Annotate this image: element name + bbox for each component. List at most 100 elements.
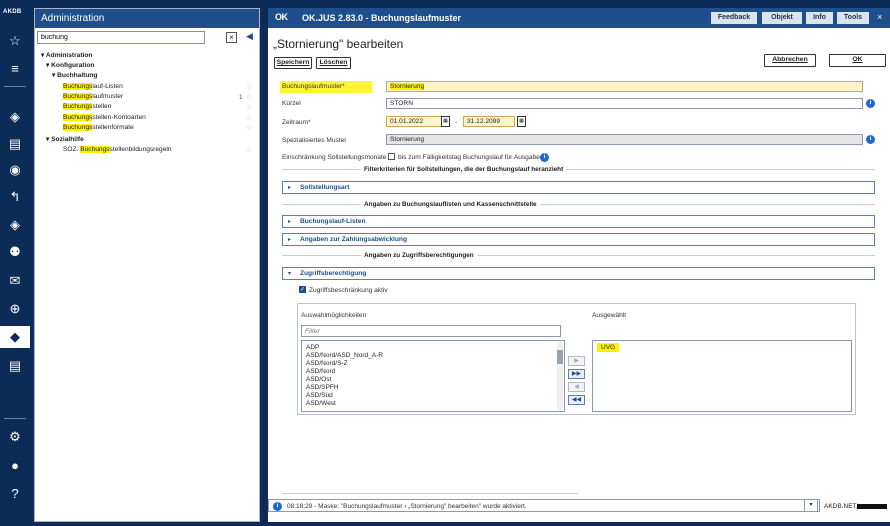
tree-item-count: 1 [239, 94, 243, 101]
status-dropdown-icon[interactable]: ▾ [804, 499, 818, 512]
calendar-icon[interactable]: ▦ [441, 116, 450, 127]
info-button[interactable]: Info [806, 12, 833, 24]
close-icon[interactable]: × [877, 12, 882, 22]
einschraenkung-option-label: bis zum Fälligkeitstag Buchungslauf für … [398, 154, 544, 161]
calendar-icon[interactable]: ▦ [517, 116, 526, 127]
section-buchungslauf-listen[interactable]: ▸ Buchungslauf-Listen [282, 215, 875, 228]
filter-input[interactable] [301, 325, 561, 337]
server-label: AKDB.NET/ [824, 503, 859, 510]
expand-arrow-icon: ▸ [288, 185, 292, 191]
settings-gears-icon[interactable]: ⚙ [0, 426, 30, 448]
info-icon[interactable]: i [866, 135, 875, 144]
angaben-listen-title: Angaben zu Buchungslauflisten und Kassen… [361, 201, 540, 208]
redacted-block [857, 504, 887, 509]
list-item[interactable]: ASD/Süd [306, 392, 333, 399]
move-all-left-icon[interactable]: ◀◀ [568, 395, 585, 405]
tree-item-buchungslaufmuster[interactable]: Buchungslaufmuster [63, 93, 123, 102]
info-icon[interactable]: i [866, 99, 875, 108]
available-list[interactable]: ADP ASD/Nord/ASD_Nord_A-R ASD/Nord/S-Z A… [301, 340, 565, 412]
clear-search-icon[interactable]: × [226, 32, 237, 43]
delete-button[interactable]: Löschen [316, 57, 351, 69]
user-icon[interactable]: ● [0, 454, 30, 476]
cancel-button[interactable]: Abbrechen [764, 54, 816, 67]
tools-button[interactable]: Tools [837, 12, 869, 24]
help-icon[interactable]: ? [0, 482, 30, 504]
date-to-input[interactable]: 31.12.2099 [463, 116, 515, 127]
available-title: Auswahlmöglichkeiten [301, 312, 367, 319]
list-item[interactable]: ADP [306, 344, 319, 351]
tree-node-sozialhilfe[interactable]: ▾ Sozialhilfe [46, 135, 84, 144]
spez-label: Spezialisiertes Muster [282, 137, 347, 144]
tree-item-buchungslauf-listen[interactable]: Buchungslauf-Listen [63, 83, 123, 92]
list-item[interactable]: ASD/SPFH [306, 384, 339, 391]
app-logo: OK [275, 12, 288, 22]
collapse-panel-icon[interactable]: ◀ [246, 31, 253, 42]
kuerzel-input[interactable]: STORN [386, 98, 863, 109]
section-zahlungsabwicklung[interactable]: ▸ Angaben zur Zahlungsabwicklung [282, 233, 875, 246]
zugriff-section-title: Angaben zu Zugriffsberechtigungen [361, 252, 477, 259]
tree-item-buchungsstellen[interactable]: Buchungsstellen [63, 103, 111, 112]
list-item[interactable]: ASD/Ost [306, 376, 331, 383]
scrollbar-thumb[interactable] [557, 350, 563, 364]
favorite-star-icon[interactable]: ☆ [246, 124, 252, 132]
move-all-right-icon[interactable]: ▶▶ [568, 369, 585, 379]
favorite-star-icon[interactable]: ☆ [246, 83, 252, 91]
list-item[interactable]: ASD/Nord [306, 368, 335, 375]
user-gear-icon[interactable]: ◈ [0, 106, 30, 128]
menu-icon[interactable]: ≡ [0, 57, 30, 79]
list-item[interactable]: ASD/Nord/ASD_Nord_A-R [306, 352, 383, 359]
ok-button[interactable]: OK [829, 54, 886, 67]
flow-icon[interactable]: ↰ [0, 186, 30, 208]
objekt-button[interactable]: Objekt [762, 12, 802, 24]
target-icon[interactable]: ⊕ [0, 298, 30, 320]
family-gear-icon[interactable]: ◈ [0, 214, 30, 236]
document-settings-icon[interactable]: ▤ [0, 133, 30, 155]
icon-rail: AKDB ☆ ≡ ◈ ▤ ◉ ↰ ◈ ⚉ ✉ ⊕ ◆ ▤ ⚙ ● ? [0, 0, 30, 526]
favorite-star-icon[interactable]: ☆ [246, 114, 252, 122]
star-icon[interactable]: ☆ [0, 30, 30, 52]
tree-node-administration[interactable]: ▾ Administration [41, 51, 92, 60]
list-item[interactable]: UVG [597, 343, 620, 352]
muster-input[interactable]: Stornierung [386, 81, 863, 92]
save-button[interactable]: Speichern [274, 57, 312, 69]
favorite-star-icon[interactable]: ☆ [246, 93, 252, 101]
einschraenkung-checkbox[interactable] [388, 153, 395, 160]
dual-list-selector: Auswahlmöglichkeiten Ausgewählt ADP ASD/… [297, 303, 856, 415]
muster-label: Buchungslaufmuster* [282, 83, 345, 90]
window-title: OK.JUS 2.83.0 - Buchungslaufmuster [302, 13, 462, 23]
move-left-icon[interactable]: ◀ [568, 382, 585, 392]
favorite-star-icon[interactable]: ☆ [246, 103, 252, 111]
zeitraum-label: Zeitraum* [282, 119, 311, 126]
admin-search-input[interactable] [37, 31, 205, 44]
move-right-icon[interactable]: ▶ [568, 356, 585, 366]
date-from-input[interactable]: 01.01.2022 [386, 116, 447, 127]
window-titlebar: OK OK.JUS 2.83.0 - Buchungslaufmuster Fe… [268, 8, 890, 28]
document-gear-icon[interactable]: ▤ [0, 355, 30, 377]
expand-arrow-icon: ▸ [288, 237, 292, 243]
rail-divider [4, 86, 26, 87]
admin-panel: Administration × ◀ ▾ Administration ▾ Ko… [34, 8, 260, 522]
list-scrollbar[interactable] [557, 342, 563, 410]
filter-section-title: Filterkriterien für Sollstellungen, die … [361, 166, 567, 173]
zugriffsbeschraenkung-checkbox[interactable]: ✓ [299, 286, 306, 293]
selected-list[interactable]: UVG [592, 340, 852, 412]
feedback-button[interactable]: Feedback [711, 12, 757, 24]
tree-node-buchhaltung[interactable]: ▾ Buchhaltung [52, 71, 97, 80]
expand-arrow-icon: ▸ [288, 219, 292, 225]
mail-icon[interactable]: ✉ [0, 270, 30, 292]
people-search-icon[interactable]: ◉ [0, 159, 30, 181]
tree-item-buchungsstellen-kontoarten[interactable]: Buchungsstellen-Kontoarten [63, 114, 146, 123]
tree-item-buchungsstellenformate[interactable]: Buchungsstellenformate [63, 124, 134, 133]
tree-node-konfiguration[interactable]: ▾ Konfiguration [46, 61, 94, 70]
list-item[interactable]: ASD/West [306, 400, 336, 407]
section-zugriffsberechtigung[interactable]: ▾ Zugriffsberechtigung [282, 267, 875, 280]
tree-item-soz-buchungsstellenbildungsregeln[interactable]: SOZ. Buchungsstellenbildungsregeln [63, 146, 172, 155]
family-icon[interactable]: ⚉ [0, 241, 30, 263]
akdb-logo: AKDB [3, 9, 22, 15]
favorite-star-icon[interactable]: ☆ [246, 146, 252, 154]
info-icon[interactable]: i [540, 153, 549, 162]
status-bar: i 08:18:29 - Maske: "Buchungslaufmuster … [268, 499, 820, 512]
user-admin-icon[interactable]: ◆ [0, 326, 30, 348]
section-sollstellungsart[interactable]: ▸ Sollstellungsart [282, 181, 875, 194]
list-item[interactable]: ASD/Nord/S-Z [306, 360, 348, 367]
